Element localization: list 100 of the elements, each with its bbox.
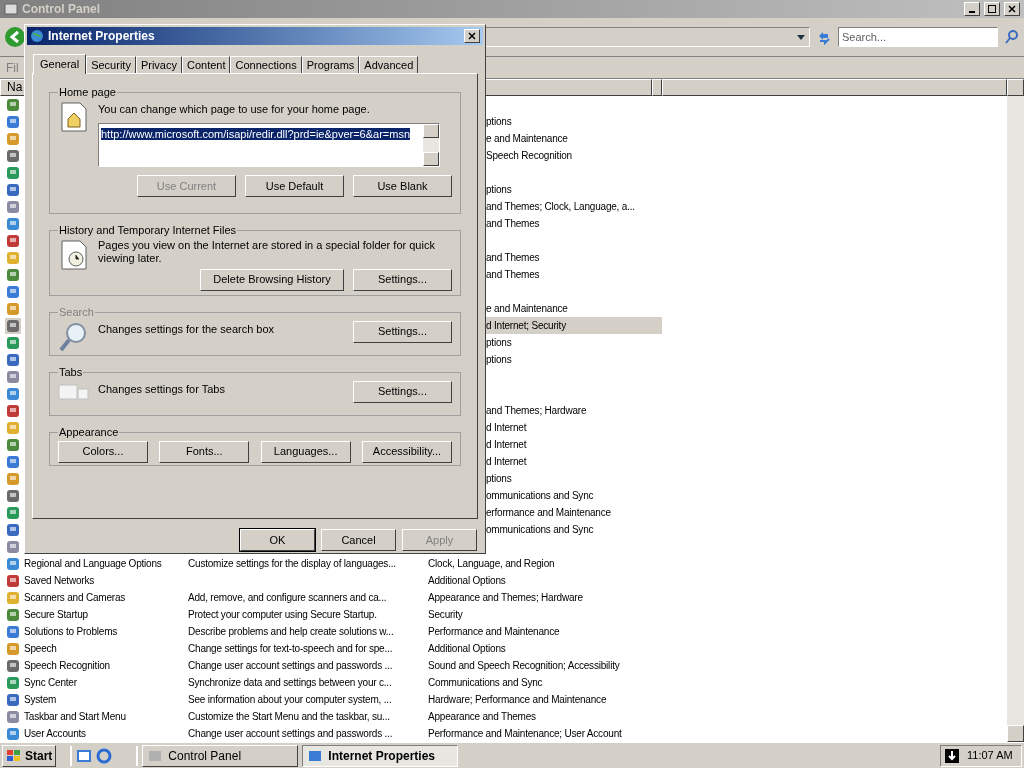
column-header[interactable]	[652, 79, 662, 96]
item-name: User Accounts	[24, 728, 86, 739]
tab[interactable]: Security	[86, 56, 136, 73]
item-description: Synchronize data and settings between your c...	[188, 677, 392, 688]
item-description: Customize the Start Menu and the taskbar, su...	[188, 711, 390, 722]
tab[interactable]: Content	[181, 56, 231, 73]
close-button[interactable]	[464, 29, 480, 43]
item-description: Protect your computer using Secure Startup.	[188, 609, 377, 620]
tab[interactable]: Connections	[230, 56, 302, 73]
button[interactable]: Cancel	[321, 529, 396, 551]
control-panel-item-icon	[5, 266, 21, 283]
control-panel-item-icon	[5, 623, 21, 640]
item-category: and Themes	[486, 251, 540, 265]
control-panel-item-icon	[5, 589, 21, 606]
item-category: ptions	[486, 472, 512, 486]
item-category: Appearance and Themes	[428, 710, 536, 724]
maximize-button[interactable]	[984, 2, 1000, 16]
control-panel-item-icon	[5, 640, 21, 657]
item-category: ptions	[486, 115, 512, 129]
control-panel-item-icon	[5, 402, 21, 419]
control-panel-item-icon	[5, 351, 21, 368]
button[interactable]: Languages...	[260, 440, 351, 463]
item-description: Describe problems and help create solutions w...	[188, 626, 394, 637]
control-panel-item-icon	[5, 487, 21, 504]
control-panel-item-icon	[5, 334, 21, 351]
item-category: Security	[428, 608, 463, 622]
window-title: Control Panel	[22, 1, 101, 18]
control-panel-item-icon	[5, 436, 21, 453]
control-panel-item-icon	[5, 657, 21, 674]
button[interactable]: Use Default	[245, 175, 344, 197]
control-panel-item-icon	[5, 691, 21, 708]
search-icon[interactable]	[1004, 29, 1020, 45]
control-panel-item-icon	[5, 419, 21, 436]
item-category: ommunications and Sync	[486, 523, 594, 537]
item-category: and Themes; Hardware	[486, 404, 587, 418]
item-category: Additional Options	[428, 574, 506, 588]
dropdown-arrow-icon[interactable]	[797, 34, 805, 40]
control-panel-item-icon	[5, 470, 21, 487]
taskbar-button[interactable]: Internet Properties	[302, 744, 459, 767]
column-header[interactable]	[662, 79, 1007, 96]
item-category: ptions	[486, 183, 512, 197]
item-category: and Themes	[486, 217, 540, 231]
tab[interactable]: Programs	[301, 56, 360, 73]
item-category: and Themes; Clock, Language, a...	[486, 200, 635, 214]
button[interactable]: Use Blank	[353, 175, 452, 197]
home-page-description: You can change which page to use for your home page.	[98, 101, 371, 117]
home-page-url-field[interactable]: http://www.microsoft.com/isapi/redir.dll?prd=ie&pver=6&ar=msn	[98, 123, 440, 167]
item-category: ommunications and Sync	[486, 489, 594, 503]
windows-logo-icon	[6, 748, 22, 763]
control-panel-item-icon	[5, 674, 21, 691]
item-category: Performance and Maintenance	[428, 625, 560, 639]
quick-launch-icon[interactable]	[76, 747, 93, 764]
scrollbar[interactable]	[1007, 79, 1024, 742]
button[interactable]: Settings...	[353, 380, 452, 403]
control-panel-item-icon	[5, 147, 21, 164]
item-description: Customize settings for the display of languages...	[188, 558, 396, 569]
item-category: e and Maintenance	[486, 132, 568, 146]
item-name: Sync Center	[24, 677, 77, 688]
button[interactable]: Accessibility...	[362, 440, 452, 463]
control-panel-item-icon	[5, 249, 21, 266]
close-button[interactable]	[1004, 2, 1020, 16]
tab[interactable]: Advanced	[359, 56, 419, 73]
download-icon[interactable]	[945, 748, 959, 763]
item-category: d Internet	[486, 455, 527, 469]
start-button[interactable]: Start	[2, 744, 57, 767]
item-name: Taskbar and Start Menu	[24, 711, 126, 722]
back-icon[interactable]	[4, 26, 26, 48]
control-panel-item-icon	[5, 521, 21, 538]
item-name: Speech	[24, 643, 57, 654]
search-field[interactable]: Search...	[838, 27, 998, 47]
house-page-icon	[58, 100, 90, 133]
button[interactable]: OK	[240, 529, 315, 551]
history-page-icon	[58, 238, 90, 271]
close-icon	[468, 32, 476, 40]
item-category: Communications and Sync	[428, 676, 543, 690]
tab[interactable]: Privacy	[135, 56, 182, 73]
globe-icon	[30, 29, 44, 43]
control-panel-item-icon	[5, 708, 21, 725]
maximize-icon	[988, 5, 996, 13]
item-description: Change settings for text-to-speech and for spe...	[188, 643, 393, 654]
dialog-title: Internet Properties	[48, 28, 156, 45]
item-category: and Themes	[486, 268, 540, 282]
button[interactable]: Colors...	[58, 440, 148, 463]
group-label: History and Temporary Internet Files	[58, 223, 238, 238]
control-panel-item-icon	[5, 504, 21, 521]
item-category: d Internet	[486, 438, 527, 452]
item-name: Saved Networks	[24, 575, 94, 586]
button[interactable]: Settings...	[353, 268, 452, 291]
item-name: System	[24, 694, 57, 705]
button[interactable]: Fonts...	[159, 440, 250, 463]
control-panel-item-icon	[5, 181, 21, 198]
item-category: Speech Recognition	[486, 149, 572, 163]
tab[interactable]: General	[33, 54, 87, 74]
minimize-button[interactable]	[964, 2, 980, 16]
item-description: Change user account settings and passwords ...	[188, 660, 393, 671]
item-category: Hardware; Performance and Maintenance	[428, 693, 607, 707]
button[interactable]: Delete Browsing History	[200, 268, 344, 291]
taskbar-button[interactable]: Control Panel	[142, 744, 299, 767]
group-description: Changes settings for the search box	[98, 321, 276, 337]
history-description: Pages you view on the Internet are stored in a special folder for quick viewing later.	[98, 238, 436, 265]
